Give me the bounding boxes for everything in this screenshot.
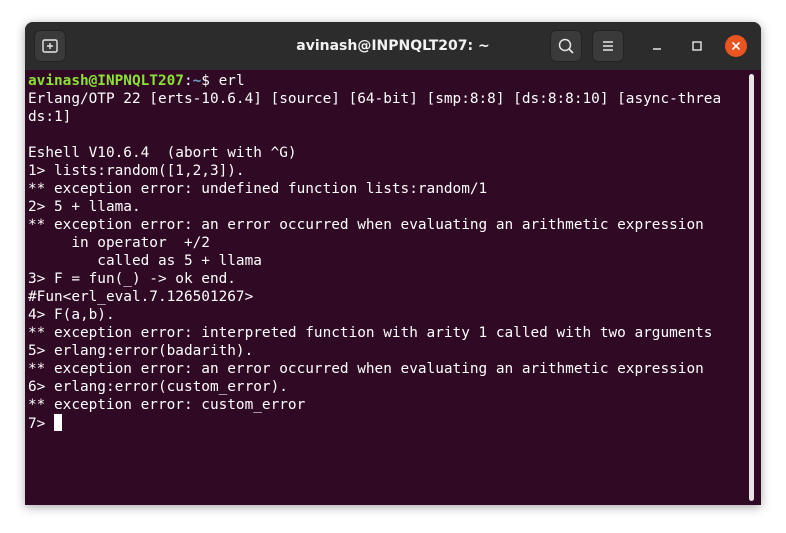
menu-button[interactable] <box>592 30 624 62</box>
new-tab-icon <box>42 39 58 53</box>
prompt-user-host: avinash@INPNQLT207 <box>28 73 184 89</box>
prompt-command: erl <box>218 73 245 89</box>
title-bar[interactable]: avinash@INPNQLT207: ~ <box>25 22 761 71</box>
output-line: 1> lists:random([1,2,3]). <box>28 163 245 179</box>
current-prompt: 7> <box>28 416 54 432</box>
output-line: ** exception error: undefined function l… <box>28 181 488 197</box>
hamburger-menu-icon <box>603 41 613 51</box>
output-line: 4> F(a,b). <box>28 307 115 323</box>
prompt-symbol: $ <box>201 73 219 89</box>
output-line: ** exception error: an error occurred wh… <box>28 361 704 377</box>
prompt-colon: : <box>183 73 193 89</box>
search-button[interactable] <box>550 30 582 62</box>
new-tab-button[interactable] <box>34 30 66 62</box>
output-line: #Fun<erl_eval.7.126501267> <box>28 289 254 305</box>
prompt-path: ~ <box>192 73 202 89</box>
output-line: 5> erlang:error(badarith). <box>28 343 254 359</box>
output-line: Erlang/OTP 22 [erts-10.6.4] [source] [64… <box>28 91 722 107</box>
search-icon <box>558 38 574 54</box>
minimize-button[interactable] <box>645 34 669 58</box>
output-line: Eshell V10.6.4 (abort with ^G) <box>28 145 297 161</box>
text-cursor <box>54 414 62 431</box>
current-prompt-line[interactable]: 7> <box>28 414 761 432</box>
minimize-icon <box>653 48 661 50</box>
output-line: 2> 5 + llama. <box>28 199 141 215</box>
terminal-output[interactable]: avinash@INPNQLT207:~$ erl Erlang/OTP 22 … <box>25 70 761 505</box>
output-line: ds:1] <box>28 109 72 125</box>
terminal-window: avinash@INPNQLT207: ~ avinash@INPNQLT207… <box>25 22 761 505</box>
output-line: ** exception error: custom_error <box>28 397 306 413</box>
output-line: 6> erlang:error(custom_error). <box>28 379 288 395</box>
output-line: ** exception error: interpreted function… <box>28 325 713 341</box>
maximize-button[interactable] <box>685 34 709 58</box>
close-icon <box>731 41 741 51</box>
output-line: in operator +/2 <box>28 235 210 251</box>
maximize-icon <box>692 41 702 51</box>
prompt-line: avinash@INPNQLT207:~$ erl <box>28 72 761 90</box>
output-line: 3> F = fun(_) -> ok end. <box>28 271 236 287</box>
output-line: called as 5 + llama <box>28 253 262 269</box>
scrollbar[interactable] <box>749 74 754 501</box>
output-line: ** exception error: an error occurred wh… <box>28 217 704 233</box>
close-button[interactable] <box>725 35 747 57</box>
